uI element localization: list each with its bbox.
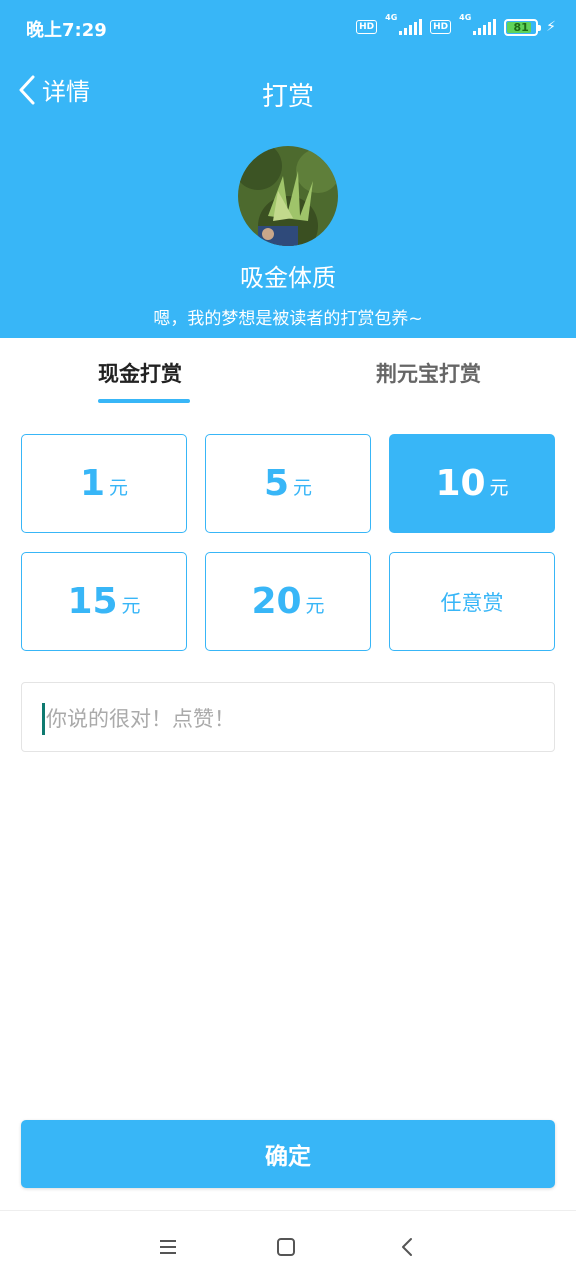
menu-icon[interactable]	[156, 1235, 180, 1259]
amount-unit: 元	[293, 477, 313, 499]
charging-icon: ⚡	[546, 19, 556, 35]
avatar	[238, 146, 338, 246]
amount-value: 1	[79, 463, 106, 504]
status-bar: 晚上7:29 HD 4G HD 4G 81 ⚡	[0, 0, 576, 56]
back-icon[interactable]	[396, 1235, 420, 1259]
profile-header: 晚上7:29 HD 4G HD 4G 81 ⚡ 详情 打赏 吸金体质 嗯，我的梦…	[0, 0, 576, 338]
amount-option-10[interactable]: 10 元	[389, 434, 555, 533]
home-icon[interactable]	[274, 1235, 298, 1259]
active-tab-indicator	[98, 399, 190, 403]
status-icons: HD 4G HD 4G 81 ⚡	[356, 13, 556, 38]
text-cursor	[42, 703, 45, 735]
amount-option-5[interactable]: 5 元	[205, 434, 371, 533]
tab-gem-reward[interactable]: 荆元宝打赏	[376, 358, 481, 388]
hd-icon: HD	[356, 20, 378, 34]
amount-option-1[interactable]: 1 元	[21, 434, 187, 533]
amount-unit: 元	[121, 595, 141, 617]
reward-tabs: 现金打赏 荆元宝打赏	[0, 338, 576, 408]
tab-cash-reward[interactable]: 现金打赏	[98, 358, 182, 388]
amount-unit: 元	[109, 477, 129, 499]
nav-bar: 详情 打赏	[0, 68, 576, 114]
message-input[interactable]	[46, 699, 546, 739]
network-type-label: 4G	[459, 13, 472, 22]
system-nav-bar	[0, 1210, 576, 1280]
confirm-button[interactable]: 确定	[21, 1120, 555, 1188]
amount-value: 5	[263, 463, 290, 504]
hd-icon: HD	[430, 20, 452, 34]
amount-value: 20	[251, 581, 302, 622]
battery-level: 81	[513, 20, 529, 34]
author-motto: 嗯，我的梦想是被读者的打赏包养~	[153, 309, 423, 329]
signal-icon: 4G	[385, 13, 423, 35]
amount-option-15[interactable]: 15 元	[21, 552, 187, 651]
amount-option-custom[interactable]: 任意赏	[389, 552, 555, 651]
author-name: 吸金体质	[240, 264, 336, 292]
status-time: 晚上7:29	[26, 20, 107, 41]
amount-option-20[interactable]: 20 元	[205, 552, 371, 651]
amount-unit: 元	[489, 477, 509, 499]
message-box	[21, 682, 555, 752]
amount-value: 15	[67, 581, 118, 622]
custom-amount-label: 任意赏	[440, 590, 504, 615]
signal-icon: 4G	[459, 13, 497, 35]
amount-unit: 元	[305, 595, 325, 617]
page-title: 打赏	[261, 82, 314, 112]
amount-value: 10	[435, 463, 486, 504]
battery-icon: 81	[504, 18, 542, 36]
network-type-label: 4G	[385, 13, 398, 22]
